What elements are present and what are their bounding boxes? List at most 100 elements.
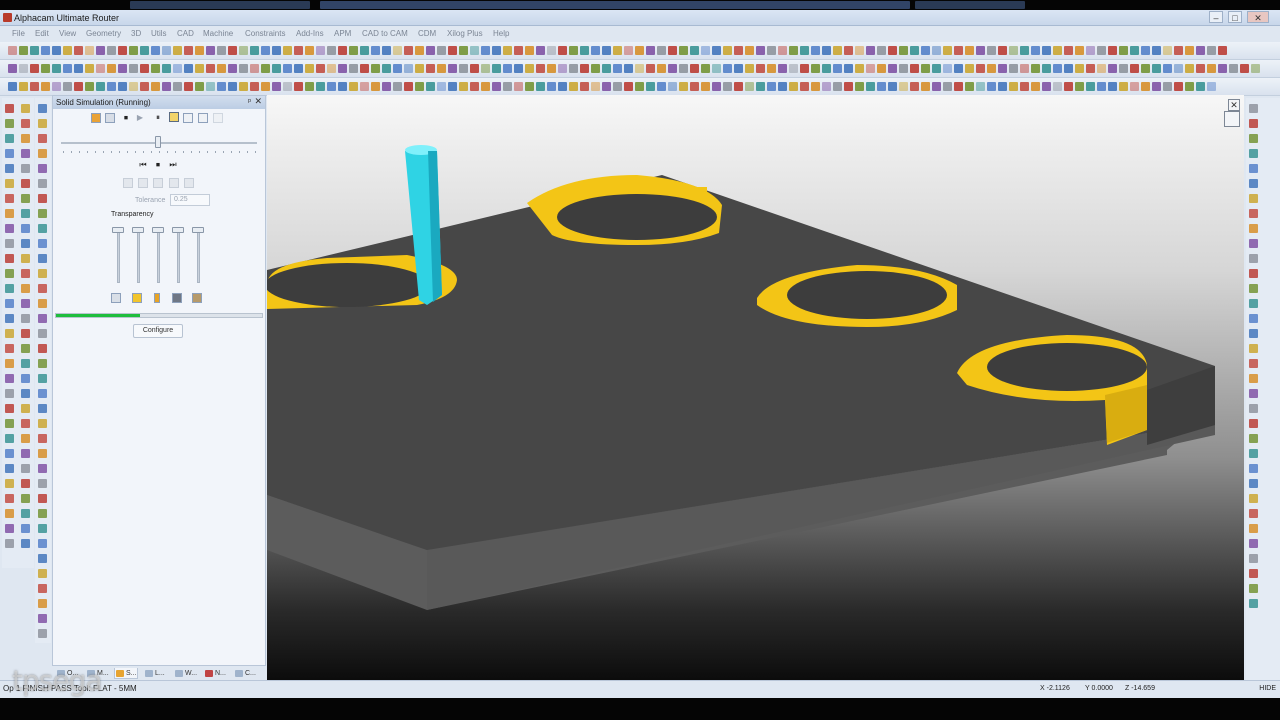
toolbar-tool-icon[interactable] — [1207, 82, 1216, 91]
toolbar-tool-icon[interactable] — [976, 82, 985, 91]
toolbar-tool-icon[interactable] — [767, 82, 776, 91]
transparency-slider-track[interactable] — [177, 227, 180, 283]
toolbar-tool-icon[interactable] — [646, 64, 655, 73]
toolbar-tool-icon[interactable] — [217, 64, 226, 73]
toolbar-tool-icon[interactable] — [5, 239, 14, 248]
toolbar-tool-icon[interactable] — [1185, 46, 1194, 55]
speed-slider-thumb[interactable] — [155, 136, 161, 148]
toolbar-tool-icon[interactable] — [21, 344, 30, 353]
tool-display-icon[interactable] — [169, 112, 179, 122]
toolbar-tool-icon[interactable] — [1249, 584, 1258, 593]
toolbar-tool-icon[interactable] — [954, 82, 963, 91]
toolbar-tool-icon[interactable] — [1108, 82, 1117, 91]
toolbar-tool-icon[interactable] — [1042, 64, 1051, 73]
toolbar-tool-icon[interactable] — [569, 46, 578, 55]
toolbar-tool-icon[interactable] — [536, 46, 545, 55]
toolbar-tool-icon[interactable] — [206, 46, 215, 55]
toolbar-tool-icon[interactable] — [778, 64, 787, 73]
toolbar-tool-icon[interactable] — [1020, 46, 1029, 55]
toolbar-tool-icon[interactable] — [1249, 494, 1258, 503]
toolbar-tool-icon[interactable] — [888, 64, 897, 73]
toolbar-tool-icon[interactable] — [129, 46, 138, 55]
toolbar-tool-icon[interactable] — [1249, 134, 1258, 143]
toolbar-tool-icon[interactable] — [492, 46, 501, 55]
toolbar-tool-icon[interactable] — [360, 82, 369, 91]
toolbar-tool-icon[interactable] — [1141, 82, 1150, 91]
toolbar-tool-icon[interactable] — [1042, 46, 1051, 55]
toolbar-tool-icon[interactable] — [38, 494, 47, 503]
toolbar-tool-icon[interactable] — [1064, 64, 1073, 73]
toolbar-tool-icon[interactable] — [778, 46, 787, 55]
toolbar-tool-icon[interactable] — [657, 82, 666, 91]
toolbar-tool-icon[interactable] — [239, 46, 248, 55]
menu-cdm[interactable]: CDM — [418, 29, 436, 38]
toolbar-tool-icon[interactable] — [151, 82, 160, 91]
toolbar-tool-icon[interactable] — [1020, 64, 1029, 73]
toolbar-tool-icon[interactable] — [1174, 64, 1183, 73]
toolbar-tool-icon[interactable] — [811, 82, 820, 91]
toolbar-tool-icon[interactable] — [21, 374, 30, 383]
toolbar-tool-icon[interactable] — [1031, 82, 1040, 91]
toolbar-tool-icon[interactable] — [712, 82, 721, 91]
toolbar-tool-icon[interactable] — [789, 46, 798, 55]
toolbar-tool-icon[interactable] — [1249, 194, 1258, 203]
toolbar-tool-icon[interactable] — [38, 479, 47, 488]
toolbar-tool-icon[interactable] — [5, 284, 14, 293]
toolbar-tool-icon[interactable] — [448, 64, 457, 73]
toolbar-tool-icon[interactable] — [866, 64, 875, 73]
toolbar-tool-icon[interactable] — [1249, 299, 1258, 308]
toolbar-tool-icon[interactable] — [5, 434, 14, 443]
toolbar-tool-icon[interactable] — [1249, 284, 1258, 293]
toolbar-tool-icon[interactable] — [1249, 104, 1258, 113]
maximize-button[interactable]: □ — [1228, 11, 1242, 23]
toolbar-tool-icon[interactable] — [921, 82, 930, 91]
toolbar-tool-icon[interactable] — [38, 599, 47, 608]
transparency-slider-thumb[interactable] — [112, 227, 124, 233]
toolbar-tool-icon[interactable] — [437, 82, 446, 91]
toolbar-tool-icon[interactable] — [360, 46, 369, 55]
toolbar-tool-icon[interactable] — [21, 434, 30, 443]
toolbar-tool-icon[interactable] — [38, 119, 47, 128]
toolbar-tool-icon[interactable] — [52, 46, 61, 55]
toolbar-tool-icon[interactable] — [1249, 374, 1258, 383]
toolbar-tool-icon[interactable] — [338, 46, 347, 55]
transparency-slider-track[interactable] — [157, 227, 160, 283]
toolbar-tool-icon[interactable] — [1207, 46, 1216, 55]
toolbar-tool-icon[interactable] — [503, 46, 512, 55]
toolbar-tool-icon[interactable] — [1249, 329, 1258, 338]
toolbar-tool-icon[interactable] — [38, 299, 47, 308]
toolbar-tool-icon[interactable] — [1249, 569, 1258, 578]
toolbar-tool-icon[interactable] — [547, 64, 556, 73]
toolbar-tool-icon[interactable] — [1119, 64, 1128, 73]
toolbar-tool-icon[interactable] — [558, 82, 567, 91]
toolbar-tool-icon[interactable] — [21, 209, 30, 218]
toolbar-tool-icon[interactable] — [723, 82, 732, 91]
toolbar-tool-icon[interactable] — [63, 82, 72, 91]
toolbar-tool-icon[interactable] — [5, 164, 14, 173]
toolbar-tool-icon[interactable] — [21, 509, 30, 518]
configure-button[interactable]: Configure — [133, 324, 183, 338]
toolbar-tool-icon[interactable] — [74, 46, 83, 55]
toolbar-tool-icon[interactable] — [21, 479, 30, 488]
toolbar-tool-icon[interactable] — [162, 64, 171, 73]
toolbar-tool-icon[interactable] — [844, 82, 853, 91]
toolbar-tool-icon[interactable] — [756, 46, 765, 55]
toolbar-tool-icon[interactable] — [404, 82, 413, 91]
toolbar-tool-icon[interactable] — [481, 64, 490, 73]
menu-view[interactable]: View — [59, 29, 76, 38]
toolbar-tool-icon[interactable] — [1249, 479, 1258, 488]
toolbar-tool-icon[interactable] — [591, 82, 600, 91]
toolbar-tool-icon[interactable] — [547, 82, 556, 91]
toolbar-tool-icon[interactable] — [5, 134, 14, 143]
toolbar-tool-icon[interactable] — [1249, 224, 1258, 233]
toolbar-tool-icon[interactable] — [525, 82, 534, 91]
toolbar-tool-icon[interactable] — [21, 419, 30, 428]
toolbar-tool-icon[interactable] — [1031, 46, 1040, 55]
toolbar-tool-icon[interactable] — [624, 82, 633, 91]
menu-geometry[interactable]: Geometry — [86, 29, 121, 38]
toolbar-tool-icon[interactable] — [38, 254, 47, 263]
toolbar-tool-icon[interactable] — [745, 82, 754, 91]
toolbar-tool-icon[interactable] — [1075, 64, 1084, 73]
toolbar-tool-icon[interactable] — [5, 104, 14, 113]
toolbar-tool-icon[interactable] — [558, 46, 567, 55]
